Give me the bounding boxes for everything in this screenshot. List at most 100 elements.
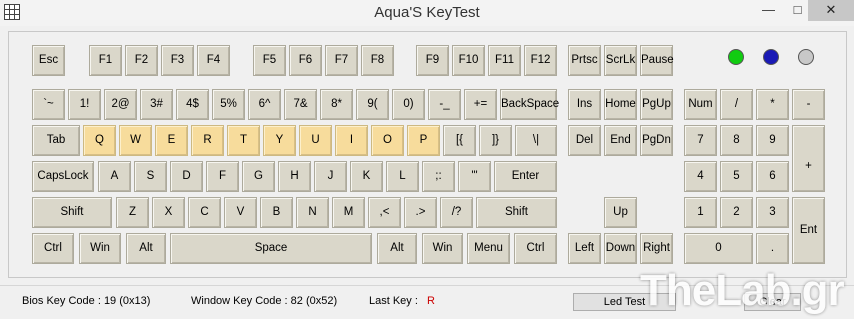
key-rwin[interactable]: Win — [422, 233, 463, 264]
key-right[interactable]: Right — [640, 233, 673, 264]
key-numpad-0[interactable]: 0 — [684, 233, 753, 264]
key-q[interactable]: Q — [83, 125, 116, 156]
key-left[interactable]: Left — [568, 233, 601, 264]
key-9[interactable]: 9( — [356, 89, 389, 120]
key-2[interactable]: 2@ — [104, 89, 137, 120]
key-del[interactable]: Del — [568, 125, 601, 156]
key-k[interactable]: K — [350, 161, 383, 192]
key-comma[interactable]: ,< — [368, 197, 401, 228]
key-b[interactable]: B — [260, 197, 293, 228]
key-f3[interactable]: F3 — [161, 45, 194, 76]
key-x[interactable]: X — [152, 197, 185, 228]
key-end[interactable]: End — [604, 125, 637, 156]
key-0[interactable]: 0) — [392, 89, 425, 120]
key-7[interactable]: 7& — [284, 89, 317, 120]
key-esc[interactable]: Esc — [32, 45, 65, 76]
key-f[interactable]: F — [206, 161, 239, 192]
key-numpad-2[interactable]: 2 — [720, 197, 753, 228]
key-up[interactable]: Up — [604, 197, 637, 228]
key-numpad-9[interactable]: 9 — [756, 125, 789, 156]
key-home[interactable]: Home — [604, 89, 637, 120]
key-numpad-slash[interactable]: / — [720, 89, 753, 120]
key-pgdn[interactable]: PgDn — [640, 125, 673, 156]
key-numpad-6[interactable]: 6 — [756, 161, 789, 192]
key-pause[interactable]: Pause — [640, 45, 674, 76]
key-enter[interactable]: Enter — [494, 161, 557, 192]
key-menu[interactable]: Menu — [467, 233, 510, 264]
key-i[interactable]: I — [335, 125, 368, 156]
key-backspace[interactable]: BackSpace — [500, 89, 559, 120]
key-f2[interactable]: F2 — [125, 45, 158, 76]
key-down[interactable]: Down — [604, 233, 637, 264]
key-capslock[interactable]: CapsLock — [32, 161, 94, 192]
key-semicolon[interactable]: ;: — [422, 161, 455, 192]
key-f11[interactable]: F11 — [488, 45, 521, 76]
key-y[interactable]: Y — [263, 125, 296, 156]
key-prtsc[interactable]: Prtsc — [568, 45, 601, 76]
key-o[interactable]: O — [371, 125, 404, 156]
key-numpad-8[interactable]: 8 — [720, 125, 753, 156]
key-z[interactable]: Z — [116, 197, 149, 228]
key-h[interactable]: H — [278, 161, 311, 192]
key-p[interactable]: P — [407, 125, 440, 156]
key-lalt[interactable]: Alt — [126, 233, 166, 264]
key-d[interactable]: D — [170, 161, 203, 192]
minimize-button[interactable]: — — [754, 0, 783, 21]
key-equals[interactable]: += — [464, 89, 497, 120]
key-v[interactable]: V — [224, 197, 257, 228]
key-quote[interactable]: '" — [458, 161, 491, 192]
key-m[interactable]: M — [332, 197, 365, 228]
key-s[interactable]: S — [134, 161, 167, 192]
close-button[interactable]: ✕ — [808, 0, 854, 21]
key-t[interactable]: T — [227, 125, 260, 156]
key-f5[interactable]: F5 — [253, 45, 286, 76]
key-backtick[interactable]: `~ — [32, 89, 65, 120]
key-rctrl[interactable]: Ctrl — [514, 233, 557, 264]
key-ralt[interactable]: Alt — [377, 233, 417, 264]
key-f4[interactable]: F4 — [197, 45, 230, 76]
key-numpad-plus[interactable]: + — [792, 125, 825, 192]
key-rshift[interactable]: Shift — [476, 197, 557, 228]
key-numpad-enter[interactable]: Ent — [792, 197, 825, 264]
key-pgup[interactable]: PgUp — [640, 89, 673, 120]
key-f10[interactable]: F10 — [452, 45, 485, 76]
key-f7[interactable]: F7 — [325, 45, 358, 76]
key-g[interactable]: G — [242, 161, 275, 192]
key-n[interactable]: N — [296, 197, 329, 228]
key-f6[interactable]: F6 — [289, 45, 322, 76]
key-backslash[interactable]: \| — [515, 125, 557, 156]
key-w[interactable]: W — [119, 125, 152, 156]
key-e[interactable]: E — [155, 125, 188, 156]
key-tab[interactable]: Tab — [32, 125, 80, 156]
key-numpad-1[interactable]: 1 — [684, 197, 717, 228]
key-6[interactable]: 6^ — [248, 89, 281, 120]
key-period[interactable]: .> — [404, 197, 437, 228]
key-c[interactable]: C — [188, 197, 221, 228]
key-numpad-4[interactable]: 4 — [684, 161, 717, 192]
key-1[interactable]: 1! — [68, 89, 101, 120]
key-ins[interactable]: Ins — [568, 89, 601, 120]
key-minus[interactable]: -_ — [428, 89, 461, 120]
key-lwin[interactable]: Win — [79, 233, 121, 264]
key-3[interactable]: 3# — [140, 89, 173, 120]
key-numpad-star[interactable]: * — [756, 89, 789, 120]
key-j[interactable]: J — [314, 161, 347, 192]
key-lbracket[interactable]: [{ — [443, 125, 476, 156]
key-numpad-3[interactable]: 3 — [756, 197, 789, 228]
key-f8[interactable]: F8 — [361, 45, 394, 76]
key-f9[interactable]: F9 — [416, 45, 449, 76]
key-scrlk[interactable]: ScrLk — [604, 45, 637, 76]
key-numlock[interactable]: Num — [684, 89, 717, 120]
key-numpad-dot[interactable]: . — [756, 233, 789, 264]
key-rbracket[interactable]: ]} — [479, 125, 512, 156]
key-r[interactable]: R — [191, 125, 224, 156]
key-numpad-minus[interactable]: - — [792, 89, 825, 120]
key-lctrl[interactable]: Ctrl — [32, 233, 74, 264]
key-lshift[interactable]: Shift — [32, 197, 112, 228]
key-a[interactable]: A — [98, 161, 131, 192]
key-4[interactable]: 4$ — [176, 89, 209, 120]
key-u[interactable]: U — [299, 125, 332, 156]
key-numpad-5[interactable]: 5 — [720, 161, 753, 192]
key-slash[interactable]: /? — [440, 197, 473, 228]
key-f1[interactable]: F1 — [89, 45, 122, 76]
